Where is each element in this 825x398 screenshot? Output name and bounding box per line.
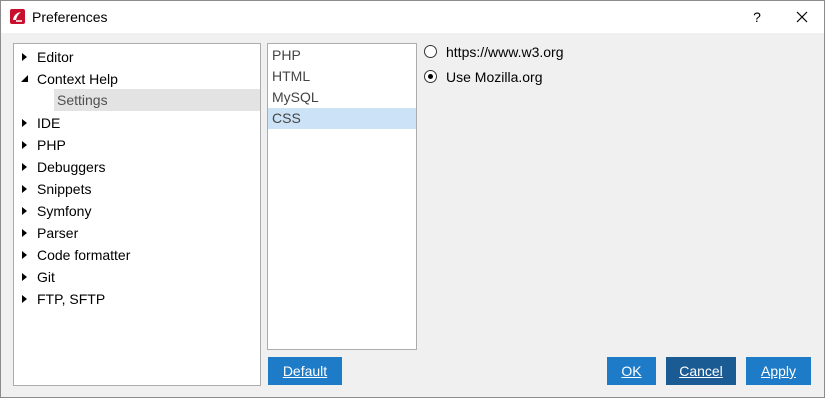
expand-arrow-icon[interactable] (20, 51, 30, 63)
expand-arrow-icon[interactable] (20, 249, 30, 261)
close-icon (796, 11, 808, 23)
tree-item-label: Settings (57, 92, 108, 108)
tree-item-ftp-sftp[interactable]: FTP, SFTP (14, 288, 260, 310)
radio-dot (428, 74, 433, 79)
preferences-window: Preferences ? Editor Context Help Settin… (0, 0, 825, 398)
window-title: Preferences (32, 9, 108, 25)
list-item-label: PHP (272, 47, 301, 63)
expand-arrow-icon[interactable] (20, 183, 30, 195)
expand-arrow-icon[interactable] (20, 161, 30, 173)
tree-item-context-help[interactable]: Context Help (14, 68, 260, 90)
tree-item-git[interactable]: Git (14, 266, 260, 288)
tree-item-label: Editor (37, 49, 74, 65)
radio-label: https://www.w3.org (446, 44, 564, 60)
expand-arrow-icon[interactable] (20, 139, 30, 151)
tree-item-code-formatter[interactable]: Code formatter (14, 244, 260, 266)
tree-item-label: Parser (37, 225, 79, 241)
radio-label: Use Mozilla.org (446, 69, 543, 85)
app-logo-icon (10, 9, 25, 24)
tree-item-snippets[interactable]: Snippets (14, 178, 260, 200)
radio-option-mozilla[interactable]: Use Mozilla.org (424, 68, 624, 88)
tree-item-label: Git (37, 269, 55, 285)
tree-item-settings[interactable]: Settings (14, 89, 260, 111)
tree-item-label: IDE (37, 115, 61, 131)
tree-item-symfony[interactable]: Symfony (14, 200, 260, 222)
tree-item-debuggers[interactable]: Debuggers (14, 156, 260, 178)
expand-arrow-icon[interactable] (20, 293, 30, 305)
expand-arrow-icon[interactable] (20, 205, 30, 217)
radio-option-w3[interactable]: https://www.w3.org (424, 43, 624, 63)
tree-item-php[interactable]: PHP (14, 134, 260, 156)
language-list[interactable]: PHP HTML MySQL CSS (267, 43, 417, 350)
tree-item-ide[interactable]: IDE (14, 112, 260, 134)
list-item-label: HTML (272, 68, 311, 84)
list-item-html[interactable]: HTML (268, 66, 416, 87)
tree-item-label: Code formatter (37, 247, 131, 263)
category-tree[interactable]: Editor Context Help Settings IDE PHP Deb… (13, 43, 261, 386)
tree-item-parser[interactable]: Parser (14, 222, 260, 244)
expand-arrow-icon[interactable] (20, 271, 30, 283)
apply-button[interactable]: Apply (746, 357, 811, 385)
tree-item-label: Context Help (37, 71, 118, 87)
tree-item-label: Debuggers (37, 159, 106, 175)
list-item-php[interactable]: PHP (268, 45, 416, 66)
list-item-label: CSS (272, 110, 301, 126)
tree-item-label: PHP (37, 137, 66, 153)
help-button[interactable]: ? (741, 1, 773, 33)
expand-arrow-icon[interactable] (20, 117, 30, 129)
list-item-css[interactable]: CSS (268, 108, 416, 129)
radio-button[interactable] (424, 45, 437, 58)
title-bar: Preferences ? (1, 1, 824, 33)
expand-arrow-icon[interactable] (20, 227, 30, 239)
ok-button[interactable]: OK (607, 357, 656, 385)
cancel-button[interactable]: Cancel (666, 357, 736, 385)
collapse-arrow-icon[interactable] (20, 73, 30, 85)
default-button[interactable]: Default (268, 357, 342, 385)
list-item-label: MySQL (272, 89, 319, 105)
radio-button-checked[interactable] (424, 70, 437, 83)
list-item-mysql[interactable]: MySQL (268, 87, 416, 108)
tree-item-label: Symfony (37, 203, 92, 219)
tree-item-label: FTP, SFTP (37, 291, 106, 307)
close-button[interactable] (784, 1, 820, 33)
tree-item-editor[interactable]: Editor (14, 46, 260, 68)
tree-item-label: Snippets (37, 181, 92, 197)
